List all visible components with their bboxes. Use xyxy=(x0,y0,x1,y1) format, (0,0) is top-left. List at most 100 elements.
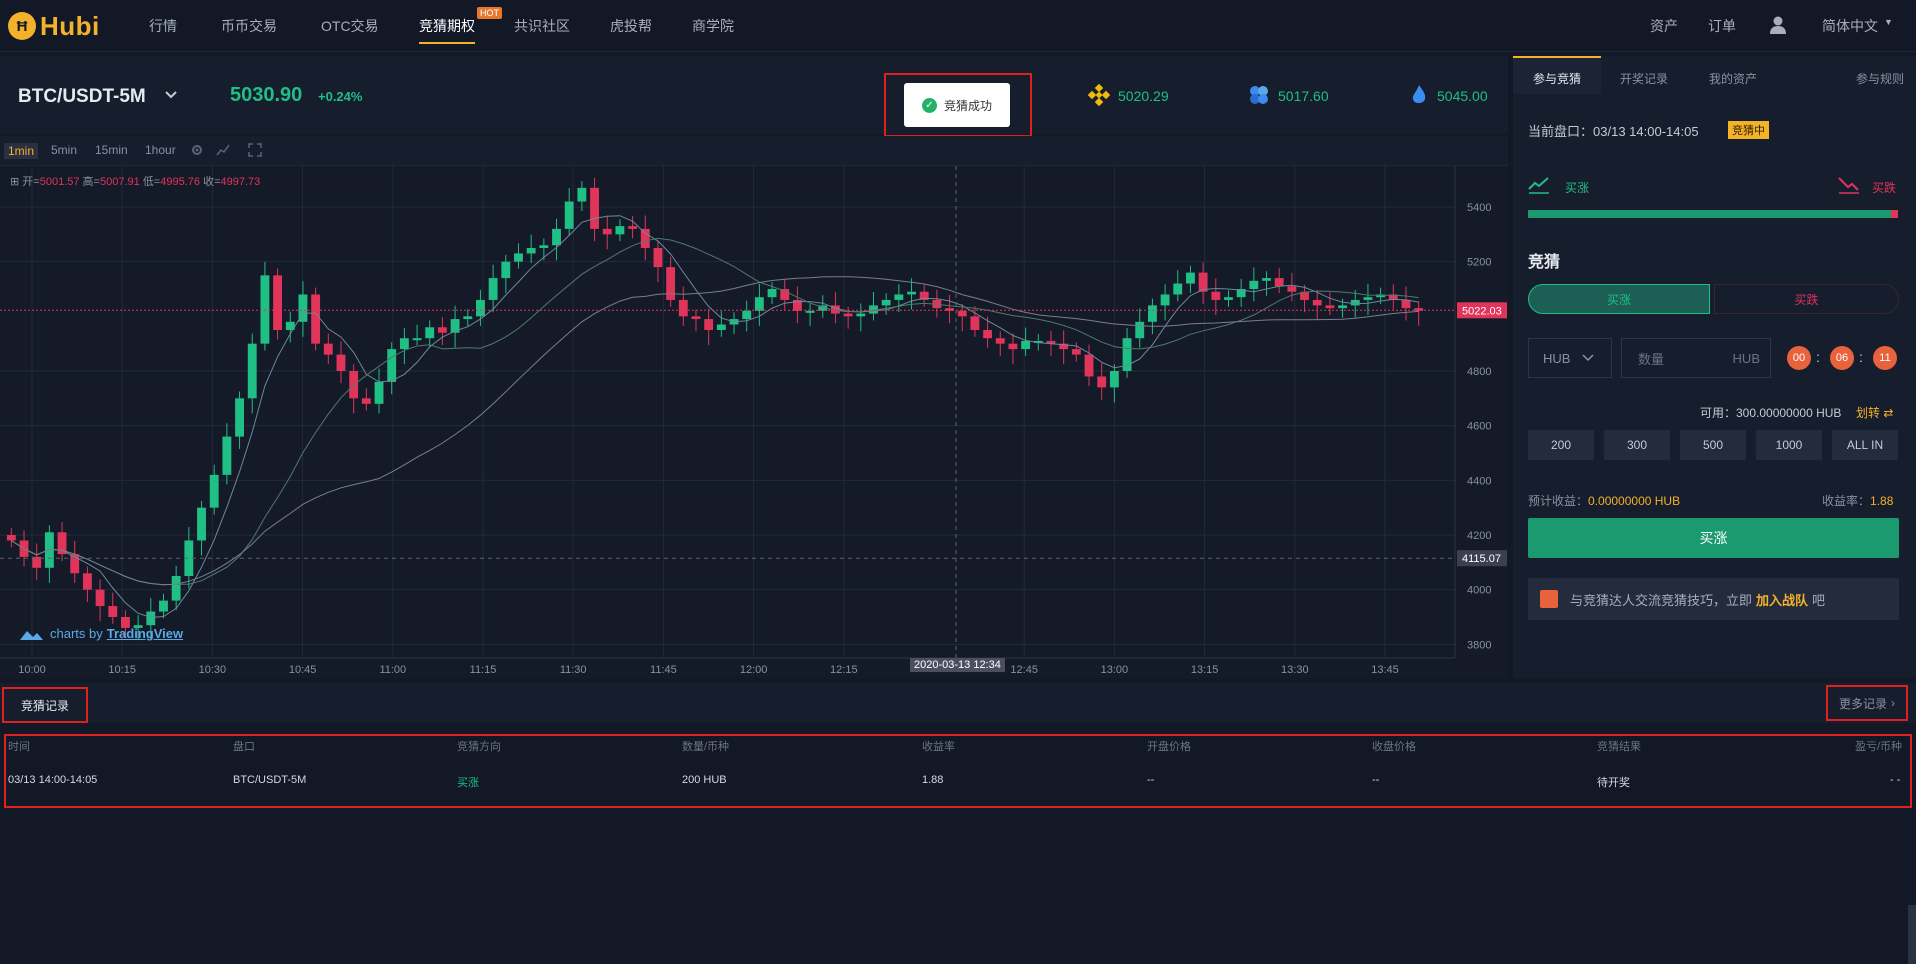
countdown-separator: : xyxy=(1859,349,1863,365)
records-tab[interactable]: 竞猜记录 xyxy=(2,687,88,723)
user-icon[interactable] xyxy=(1770,16,1786,34)
unit-select[interactable]: HUB xyxy=(1528,338,1612,378)
y-tick-label: 4600 xyxy=(1467,421,1491,433)
moving-average-line xyxy=(11,215,1419,619)
chevron-down-icon[interactable] xyxy=(164,88,178,102)
interval-5min[interactable]: 5min xyxy=(51,143,77,157)
table-header: 盘口 xyxy=(233,741,255,753)
candle-body xyxy=(273,275,283,330)
cloud-icon xyxy=(20,630,43,640)
amount-500-button[interactable]: 500 xyxy=(1680,430,1746,460)
candle-body xyxy=(1249,280,1259,289)
community-banner[interactable]: 与竞猜达人交流竞猜技巧，立即 加入战队 吧 xyxy=(1528,578,1899,620)
x-tick-label: 13:15 xyxy=(1191,664,1219,676)
table-header: 竞猜结果 xyxy=(1597,741,1641,753)
candlestick-chart[interactable]: 5400 5200 4800 4600 4400 4200 4000 3800 10:00 10:… xyxy=(0,166,1508,678)
interval-15min[interactable]: 15min xyxy=(95,143,128,157)
moving-average-line xyxy=(11,237,1419,586)
gear-icon[interactable] xyxy=(190,143,204,157)
quantity-input[interactable]: 数量 HUB xyxy=(1621,338,1771,378)
nav-hutou[interactable]: 虎投帮 xyxy=(610,16,652,36)
tab-my-assets[interactable]: 我的资产 xyxy=(1709,70,1757,87)
close-label: 收= xyxy=(203,176,221,188)
pair-selector[interactable]: BTC/USDT-5M xyxy=(18,86,146,108)
nav-otc[interactable]: OTC交易 xyxy=(321,16,379,36)
indicator-icon[interactable] xyxy=(216,143,230,157)
amount-1000-button[interactable]: 1000 xyxy=(1756,430,1822,460)
binance-price: 5020.29 xyxy=(1118,88,1169,104)
transfer-icon: ⇄ xyxy=(1883,406,1894,420)
candle-body xyxy=(336,354,346,371)
candle-body xyxy=(894,294,904,300)
table-header: 数量/币种 xyxy=(682,741,730,753)
chevron-down-icon xyxy=(1582,354,1594,362)
logo-mark-icon: Ħ xyxy=(8,12,36,40)
candle-body xyxy=(197,507,206,541)
candle-body xyxy=(1401,299,1411,309)
current-period: 当前盘口：03/13 14:00-14:05 xyxy=(1528,121,1699,140)
table-cell: BTC/USDT-5M xyxy=(233,774,307,786)
nav-orders[interactable]: 订单 xyxy=(1708,16,1736,36)
language-select[interactable]: 简体中文 xyxy=(1822,16,1878,36)
toggle-down-button[interactable]: 买跌 xyxy=(1714,284,1899,314)
guess-title: 竞猜 xyxy=(1528,254,1561,271)
nav-academy[interactable]: 商学院 xyxy=(692,16,734,36)
candle-body xyxy=(1350,299,1360,306)
tradingview-branding[interactable]: charts by TradingView xyxy=(18,626,183,641)
candle-body xyxy=(704,319,714,330)
table-cell: 待开奖 xyxy=(1597,777,1630,789)
candle-body xyxy=(311,294,321,344)
candle-body xyxy=(374,381,384,404)
candle-body xyxy=(843,313,853,317)
toggle-up-button[interactable]: 买涨 xyxy=(1528,284,1710,314)
status-badge: 竞猜中 xyxy=(1728,121,1769,139)
y-tick-label: 5200 xyxy=(1467,257,1491,269)
x-tick-label: 11:45 xyxy=(650,664,677,676)
nav-options[interactable]: 竞猜期权 xyxy=(419,16,475,36)
table-cell: 03/13 14:00-14:05 xyxy=(8,774,98,786)
nav-assets[interactable]: 资产 xyxy=(1650,16,1678,36)
candle-body xyxy=(514,253,523,262)
tab-draw-records[interactable]: 开奖记录 xyxy=(1620,70,1668,87)
fullscreen-icon[interactable] xyxy=(248,143,262,157)
tab-join-guess[interactable]: 参与竞猜 xyxy=(1533,70,1581,87)
x-tick-label: 10:30 xyxy=(199,664,227,676)
caret-down-icon: ▼ xyxy=(1884,17,1893,27)
amount-all-in-button[interactable]: ALL IN xyxy=(1832,430,1898,460)
moving-average-line xyxy=(11,276,1419,586)
huobi-icon xyxy=(1412,85,1426,104)
candle-body xyxy=(590,187,599,229)
interval-1min[interactable]: 1min xyxy=(4,143,39,159)
hubi-logo[interactable]: Ħ Hubi xyxy=(8,11,118,41)
nav-spot-trading[interactable]: 币币交易 xyxy=(221,16,277,36)
interval-1hour[interactable]: 1hour xyxy=(145,143,176,157)
candle-body xyxy=(82,573,92,590)
tab-rules[interactable]: 参与规则 xyxy=(1856,70,1904,87)
x-tick-label: 11:15 xyxy=(470,664,497,676)
candle-body xyxy=(602,228,612,235)
transfer-link[interactable]: 划转 ⇄ xyxy=(1856,404,1893,421)
join-team-link[interactable]: 加入战队 xyxy=(1756,590,1808,609)
plus-box-icon[interactable]: ⊞ xyxy=(10,176,19,188)
candle-body xyxy=(247,343,257,399)
x-tick-label: 11:30 xyxy=(560,664,587,676)
tradingview-link[interactable]: TradingView xyxy=(107,626,183,641)
x-tick-label: 12:45 xyxy=(1010,664,1038,676)
buy-up-button[interactable]: 买涨 xyxy=(1528,518,1899,558)
countdown-minutes: 06 xyxy=(1830,346,1854,370)
price-chart[interactable]: 5400 5200 4800 4600 4400 4200 4000 3800 10:00 10:… xyxy=(0,166,1508,678)
candle-body xyxy=(1312,299,1322,306)
candle-body xyxy=(222,436,232,475)
candle-body xyxy=(691,316,701,320)
page-scrollbar[interactable] xyxy=(1908,905,1916,964)
amount-300-button[interactable]: 300 xyxy=(1604,430,1670,460)
huobi-price: 5045.00 xyxy=(1437,88,1488,104)
amount-200-button[interactable]: 200 xyxy=(1528,430,1594,460)
candle-body xyxy=(1274,278,1284,287)
candle-body xyxy=(907,291,916,295)
nav-market[interactable]: 行情 xyxy=(149,16,177,36)
candle-body xyxy=(1224,297,1233,300)
nav-community[interactable]: 共识社区 xyxy=(514,16,570,36)
candle-body xyxy=(1287,286,1297,292)
more-records-link[interactable]: 更多记录 › xyxy=(1826,685,1908,721)
